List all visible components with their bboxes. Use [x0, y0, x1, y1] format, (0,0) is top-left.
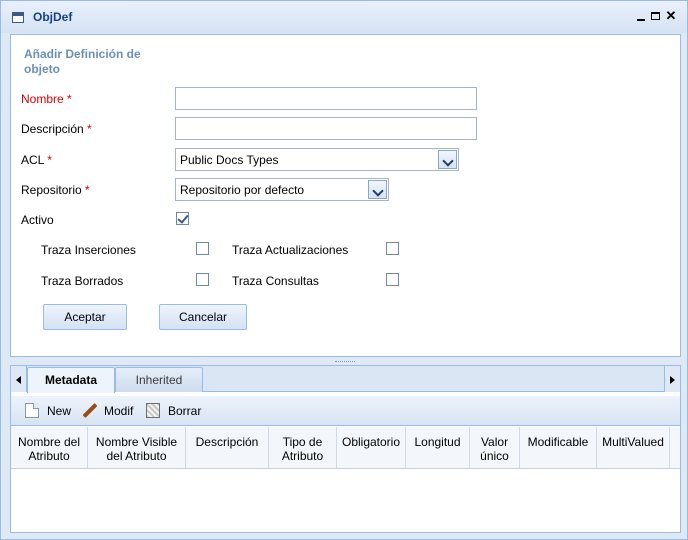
traza-borrados-checkbox[interactable] [196, 273, 209, 286]
new-document-icon [25, 403, 39, 418]
repositorio-select-value: Repositorio por defecto [180, 183, 305, 197]
column-header[interactable]: Nombre Visible del Atributo [88, 427, 186, 469]
tab-metadata[interactable]: Metadata [27, 367, 115, 393]
grid-toolbar: New Modif Borrar [11, 396, 680, 426]
nombre-label: Nombre * [21, 92, 72, 106]
window-titlebar[interactable]: ObjDef ✕ [1, 1, 687, 33]
scroll-left-icon[interactable] [11, 366, 27, 392]
column-header[interactable]: Obligatorio [337, 427, 406, 469]
minimize-icon[interactable] [635, 10, 647, 22]
tab-strip: Metadata Inherited [11, 366, 680, 393]
column-header[interactable]: Nombre del Atributo [11, 427, 88, 469]
activo-checkbox[interactable] [176, 212, 189, 225]
form-heading: Añadir Definición de objeto [24, 47, 141, 76]
traza-actualizaciones-checkbox[interactable] [386, 242, 399, 255]
objdef-window: ObjDef ✕ Añadir Definición de objeto Nom… [0, 0, 688, 540]
trash-icon [146, 403, 160, 418]
traza-inserciones-checkbox[interactable] [196, 242, 209, 255]
column-header[interactable]: Valor único [470, 427, 520, 469]
close-icon[interactable]: ✕ [665, 9, 677, 22]
traza-consultas-label: Traza Consultas [232, 274, 319, 288]
descripcion-label: Descripción * [21, 122, 92, 136]
scroll-right-icon[interactable] [664, 366, 680, 392]
traza-actualizaciones-label: Traza Actualizaciones [232, 243, 349, 257]
attributes-panel: Metadata Inherited New Modif Borrar Nomb… [10, 365, 681, 533]
column-header[interactable]: Tipo de Atributo [269, 427, 337, 469]
acl-select[interactable]: Public Docs Types [175, 148, 459, 171]
window-title: ObjDef [33, 10, 73, 24]
column-header[interactable]: Modificable [520, 427, 597, 469]
grid-header: Nombre del Atributo Nombre Visible del Atr… [11, 427, 680, 469]
window-icon [12, 12, 24, 23]
repositorio-label: Repositorio * [21, 183, 90, 197]
nombre-input[interactable] [175, 87, 477, 110]
object-definition-form: Añadir Definición de objeto Nombre * Des… [10, 34, 681, 357]
maximize-icon[interactable] [650, 10, 662, 22]
repositorio-select[interactable]: Repositorio por defecto [175, 178, 389, 201]
traza-borrados-label: Traza Borrados [41, 274, 124, 288]
column-header[interactable]: Longitud [406, 427, 470, 469]
traza-consultas-checkbox[interactable] [386, 273, 399, 286]
activo-label: Activo [21, 213, 54, 227]
acl-select-value: Public Docs Types [180, 153, 279, 167]
chevron-down-icon[interactable] [438, 150, 457, 169]
chevron-down-icon[interactable] [368, 180, 387, 199]
column-header[interactable]: Descripción [186, 427, 269, 469]
pencil-icon [82, 403, 96, 418]
panel-splitter[interactable] [335, 361, 355, 363]
traza-inserciones-label: Traza Inserciones [41, 243, 136, 257]
descripcion-input[interactable] [175, 117, 477, 140]
column-header[interactable]: MultiValued [597, 427, 670, 469]
acl-label: ACL * [21, 153, 52, 167]
aceptar-button[interactable]: Aceptar [43, 304, 127, 330]
grid-body [11, 470, 680, 532]
tab-inherited[interactable]: Inherited [115, 367, 203, 392]
cancelar-button[interactable]: Cancelar [159, 304, 247, 330]
